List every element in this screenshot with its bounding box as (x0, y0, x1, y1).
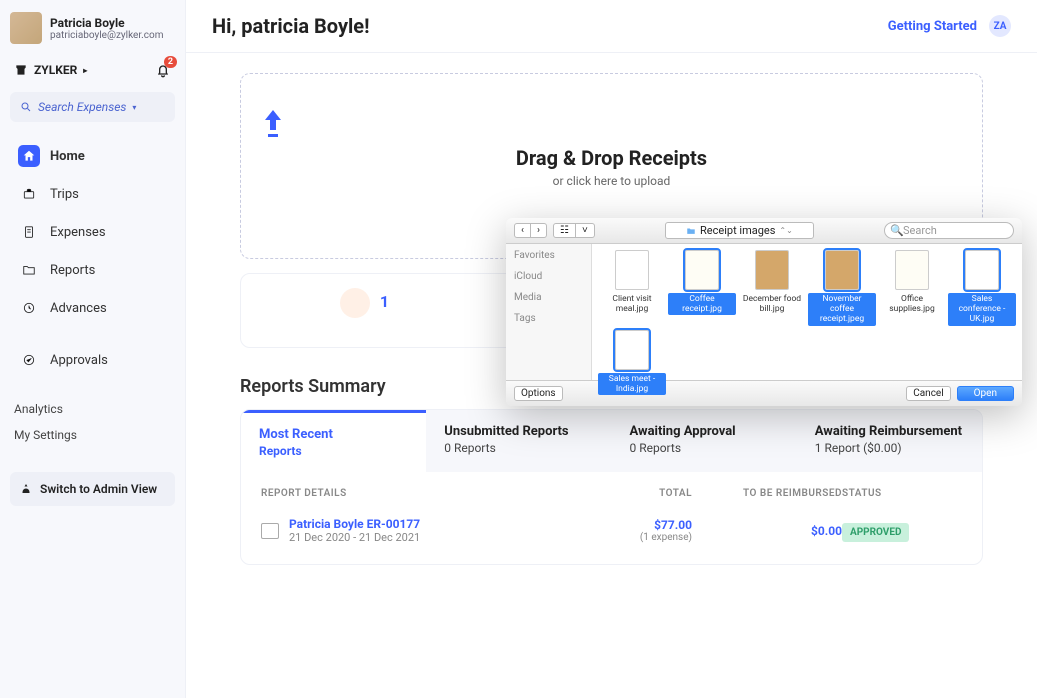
reports-tabs: Most Recent Reports Unsubmitted Reports … (240, 409, 983, 565)
clock-icon (22, 301, 36, 315)
back-button[interactable]: ‹ (514, 223, 531, 238)
file-picker-sidebar: Favorites iCloud Media Tags (506, 244, 592, 380)
th-total: TOTAL (572, 488, 692, 499)
nav-home[interactable]: Home (10, 138, 175, 174)
company-badge[interactable]: ZA (989, 15, 1011, 37)
file-grid: Client visit meal.jpg Coffee receipt.jpg… (592, 244, 1022, 380)
chevron-down-icon: ▾ (132, 103, 136, 112)
avatar (10, 12, 42, 44)
tab-most-recent[interactable]: Most Recent Reports (241, 410, 426, 472)
nav-reports[interactable]: Reports (10, 252, 175, 288)
greeting: Hi, patricia Boyle! (212, 14, 370, 38)
file-item[interactable]: Sales meet - India.jpg (598, 330, 666, 395)
folder-icon (22, 263, 36, 277)
sidebar-icloud[interactable]: iCloud (514, 271, 583, 282)
nav-expenses[interactable]: Expenses (10, 214, 175, 250)
folder-icon (686, 226, 696, 236)
nav-analytics[interactable]: Analytics (10, 396, 175, 422)
view-mode[interactable]: ☷ ˅ (553, 223, 595, 238)
sidebar-media[interactable]: Media (514, 292, 583, 303)
tab-unsubmitted[interactable]: Unsubmitted Reports 0 Reports (426, 410, 611, 472)
options-button[interactable]: Options (514, 386, 563, 401)
folder-dropdown[interactable]: Receipt images ⌃⌄ (665, 222, 814, 239)
file-item[interactable]: December food bill.jpg (738, 250, 806, 326)
nav-trips[interactable]: Trips (10, 176, 175, 212)
file-item[interactable]: Coffee receipt.jpg (668, 250, 736, 326)
stat-icon (340, 288, 370, 318)
nav-back-forward[interactable]: ‹ › (514, 223, 547, 238)
file-picker-dialog: ‹ › ☷ ˅ Receipt images ⌃⌄ 🔍 Search (506, 218, 1022, 406)
sidebar-tags[interactable]: Tags (514, 313, 583, 324)
profile[interactable]: Patricia Boyle patriciaboyle@zylker.com (10, 12, 175, 44)
notification-badge: 2 (164, 56, 177, 68)
report-title: Patricia Boyle ER-00177 (289, 517, 420, 531)
icon-view-button[interactable]: ☷ (553, 223, 576, 238)
th-reimb: TO BE REIMBURSED (692, 488, 842, 499)
switch-admin-button[interactable]: Switch to Admin View (10, 472, 175, 506)
nav-approvals[interactable]: Approvals (10, 342, 175, 378)
admin-icon (20, 483, 32, 495)
sidebar-favorites[interactable]: Favorites (514, 250, 583, 261)
search-expenses[interactable]: Search Expenses ▾ (10, 92, 175, 122)
file-item[interactable]: Sales conference - UK.jpg (948, 250, 1016, 326)
file-item[interactable]: November coffee receipt.jpeg (808, 250, 876, 326)
reports-summary-title: Reports Summary (240, 376, 386, 397)
profile-name: Patricia Boyle (50, 16, 163, 30)
table-row[interactable]: Patricia Boyle ER-00177 21 Dec 2020 - 21… (241, 507, 982, 564)
open-button[interactable]: Open (957, 386, 1014, 401)
upload-icon (261, 110, 962, 138)
dropdown-button[interactable]: ˅ (576, 223, 595, 238)
profile-email: patriciaboyle@zylker.com (50, 30, 163, 41)
th-details: REPORT DETAILS (261, 488, 572, 499)
forward-button[interactable]: › (531, 223, 547, 238)
search-icon (20, 101, 32, 113)
check-circle-icon (22, 353, 36, 367)
dropzone-title: Drag & Drop Receipts (261, 146, 962, 170)
briefcase-icon (22, 187, 36, 201)
cancel-button[interactable]: Cancel (906, 386, 950, 401)
topbar: Hi, patricia Boyle! Getting Started ZA (186, 0, 1037, 53)
getting-started-link[interactable]: Getting Started (888, 19, 977, 34)
tab-awaiting-approval[interactable]: Awaiting Approval 0 Reports (612, 410, 797, 472)
nav-my-settings[interactable]: My Settings (10, 422, 175, 448)
folder-icon (261, 523, 279, 539)
th-status: STATUS (842, 488, 962, 499)
stat-1[interactable]: 1 (241, 288, 488, 333)
nav-advances[interactable]: Advances (10, 290, 175, 326)
main: Hi, patricia Boyle! Getting Started ZA D… (186, 0, 1037, 698)
store-icon (14, 63, 28, 77)
file-item[interactable]: Office supplies.jpg (878, 250, 946, 326)
notifications-button[interactable]: 2 (155, 62, 171, 78)
chevron-updown-icon: ⌃⌄ (779, 226, 792, 235)
tab-awaiting-reimbursement[interactable]: Awaiting Reimbursement 1 Report ($0.00) (797, 410, 982, 472)
search-icon: 🔍 (890, 224, 904, 237)
sidebar: Patricia Boyle patriciaboyle@zylker.com … (0, 0, 186, 698)
org-switcher[interactable]: ZYLKER ▸ (14, 63, 87, 77)
chevron-right-icon: ▸ (83, 66, 87, 75)
file-search[interactable]: 🔍 Search (884, 222, 1014, 239)
report-dates: 21 Dec 2020 - 21 Dec 2021 (289, 531, 420, 544)
file-item[interactable]: Client visit meal.jpg (598, 250, 666, 326)
home-icon (22, 149, 36, 163)
dropzone-subtitle: or click here to upload (261, 174, 962, 188)
receipt-icon (22, 225, 36, 239)
status-badge: APPROVED (842, 523, 909, 542)
